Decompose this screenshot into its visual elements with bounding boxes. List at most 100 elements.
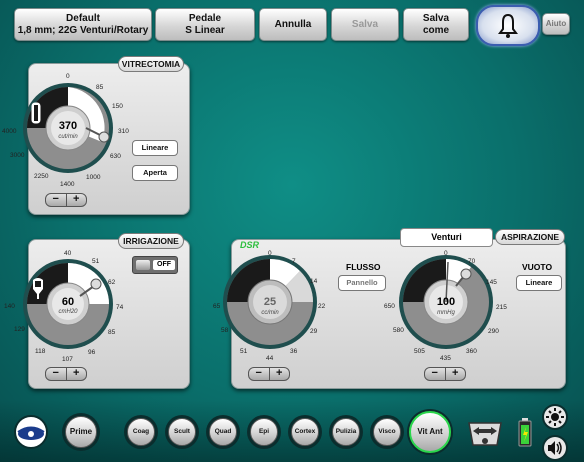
irrigation-title: IRRIGAZIONE [118,233,184,249]
coag-button[interactable]: Coag [124,415,158,449]
flow-tick: 14 [310,278,318,285]
save-label: Salva [351,18,379,30]
vitrectomy-tick: 150 [112,103,123,110]
plus-button[interactable]: + [65,368,87,380]
vacuum-tick: 290 [488,328,499,335]
irrigation-tick: 40 [64,250,72,257]
tab-aspiration[interactable]: ASPIRAZIONE [495,229,565,245]
pulizia-label: Pulizia [332,418,360,446]
vacuum-tick: 0 [444,250,448,257]
irrigation-tick: 74 [116,304,124,311]
vitrectomy-tick: 1400 [60,181,75,188]
vitrectomy-unit: cut/min [58,134,78,140]
eye-logo-icon [14,415,48,449]
scult-button[interactable]: Scult [165,415,199,449]
tab-venturi[interactable]: Venturi [400,228,493,247]
toggle-knob [136,260,150,270]
quad-button[interactable]: Quad [206,415,240,449]
irrigation-tick: 96 [88,349,96,356]
bell-button[interactable] [476,5,540,46]
vitrectomy-tick: 1000 [86,174,101,181]
flow-label: FLUSSO [346,262,381,272]
flow-tick: 7 [292,258,296,265]
vacuum-value: 100 [436,296,456,308]
vacuum-tick: 435 [440,355,451,362]
vitrectomy-open-button[interactable]: Aperta [132,165,178,181]
preset-name: Default [66,12,100,24]
visco-label: Visco [373,418,401,446]
scult-label: Scult [168,418,196,446]
minus-button[interactable]: − [249,368,269,380]
vacuum-tick: 505 [414,348,425,355]
pulizia-button[interactable]: Pulizia [329,415,363,449]
vitrectomy-tick: 85 [96,84,104,91]
irrigation-tick: 85 [108,329,116,336]
footpedal-icon[interactable] [463,417,507,449]
minus-button[interactable]: − [46,194,66,206]
irrigation-stepper[interactable]: − + [45,367,87,381]
vacuum-tick: 580 [393,327,404,334]
flow-tick: 51 [240,348,248,355]
vacuum-tick: 215 [496,304,507,311]
cutter-icon [31,102,41,124]
irrigation-tick: 107 [62,356,73,363]
flow-panel-button[interactable]: Pannello [338,275,386,291]
save-as-button[interactable]: Salva come [403,8,469,41]
plus-button[interactable]: + [65,194,87,206]
brightness-icon[interactable] [541,403,569,431]
pedal-label: Pedale [188,12,222,24]
help-label: Aiuto [545,19,567,28]
vacuum-unit: mmHg [437,310,455,316]
save-button[interactable]: Salva [331,8,399,41]
cortex-button[interactable]: Cortex [288,415,322,449]
vit-ant-label: Vit Ant [409,411,451,453]
volume-icon[interactable] [541,434,569,462]
flow-tick: 36 [290,348,298,355]
vacuum-stepper[interactable]: − + [424,367,466,381]
flow-stepper[interactable]: − + [248,367,290,381]
flow-tick: 29 [310,328,318,335]
vit-ant-button[interactable]: Vit Ant [407,409,453,455]
vitrectomy-tick: 310 [118,128,129,135]
flow-tick: 65 [213,303,221,310]
irrigation-value: 60 [61,296,75,308]
vitrectomy-stepper[interactable]: − + [45,193,87,207]
irrigation-toggle[interactable]: OFF [132,256,178,274]
bottle-icon [33,278,43,299]
flow-tick: 22 [318,303,326,310]
prime-label: Prime [65,416,97,448]
visco-button[interactable]: Visco [370,415,404,449]
dsr-label: DSR [240,240,260,250]
plus-button[interactable]: + [444,368,466,380]
vacuum-label: VUOTO [522,262,553,272]
minus-button[interactable]: − [46,368,66,380]
epi-button[interactable]: Epi [247,415,281,449]
epi-label: Epi [250,418,278,446]
vacuum-linear-button[interactable]: Lineare [516,275,562,291]
cancel-label: Annulla [274,18,312,30]
coag-label: Coag [127,418,155,446]
save-as-label-2: come [422,24,450,36]
flow-value: 25 [263,296,277,308]
plus-button[interactable]: + [268,368,290,380]
vitrectomy-linear-button[interactable]: Lineare [132,140,178,156]
vitrectomy-tick: 0 [66,73,70,80]
cortex-label: Cortex [291,418,319,446]
save-as-label-1: Salva [422,12,450,24]
flow-tick: 44 [266,355,274,362]
preset-detail: 1,8 mm; 22G Venturi/Rotary [17,24,149,36]
preset-default-button[interactable]: Default 1,8 mm; 22G Venturi/Rotary [14,8,152,41]
irrigation-tick: 62 [108,279,116,286]
prime-button[interactable]: Prime [62,413,100,451]
irrigation-unit: cmH20 [58,309,78,315]
cancel-button[interactable]: Annulla [259,8,327,41]
vitrectomy-tick: 3000 [10,152,25,159]
toggle-label: OFF [153,260,175,270]
vacuum-tick: 650 [384,303,395,310]
help-button[interactable]: Aiuto [542,13,570,35]
irrigation-tick: 140 [4,303,15,310]
vitrectomy-title: VITRECTOMIA [118,56,184,72]
minus-button[interactable]: − [425,368,445,380]
vacuum-tick: 70 [468,258,476,265]
pedal-button[interactable]: Pedale S Linear [155,8,255,41]
